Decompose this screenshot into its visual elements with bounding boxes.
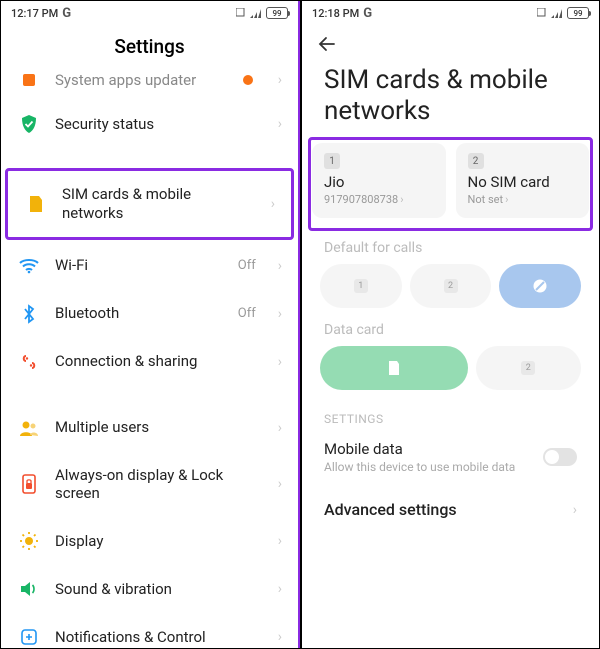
notifications-icon [19, 627, 39, 647]
disabled-icon [532, 278, 548, 294]
row-sim-cards[interactable]: SIM cards & mobile networks › [8, 171, 291, 237]
sim-name: No SIM card [468, 173, 578, 191]
data-selector: 2 [302, 346, 599, 390]
row-wifi[interactable]: Wi-Fi Off › [1, 242, 298, 290]
row-label: Bluetooth [55, 304, 222, 323]
update-dot-icon [242, 71, 254, 90]
battery-icon: 99 [266, 7, 288, 19]
chevron-right-icon: › [278, 116, 282, 132]
row-sound-vibration[interactable]: Sound & vibration › [1, 565, 298, 613]
row-connection-sharing[interactable]: Connection & sharing › [1, 338, 298, 386]
users-icon [19, 418, 39, 438]
battery-icon: 99 [567, 7, 589, 19]
section-label-data: Data card [302, 308, 599, 346]
row-value: Off [238, 306, 256, 321]
shield-icon [19, 114, 39, 134]
row-multiple-users[interactable]: Multiple users › [1, 404, 298, 452]
chevron-right-icon: › [278, 476, 282, 492]
row-security-status[interactable]: Security status › [1, 100, 298, 148]
page-title: Settings [1, 23, 298, 66]
row-label: SIM cards & mobile networks [62, 185, 255, 223]
row-display[interactable]: Display › [1, 517, 298, 565]
row-label: Security status [55, 115, 262, 134]
bluetooth-icon [19, 304, 39, 324]
back-button[interactable] [302, 23, 599, 55]
chevron-right-icon: › [278, 258, 282, 274]
calls-selector: 1 2 [302, 264, 599, 308]
row-advanced-settings[interactable]: Advanced settings › [302, 474, 599, 519]
settings-screen: 12:17 PM G 99 Settings System apps updat… [1, 1, 298, 648]
calls-option-sim2[interactable]: 2 [410, 264, 492, 308]
sim-number: 917907808738› [324, 193, 434, 206]
status-time: 12:17 PM [11, 7, 58, 20]
wifi-icon [19, 256, 39, 276]
signal-icon [250, 8, 262, 18]
data-option-sim2[interactable]: 2 [476, 346, 581, 390]
chevron-right-icon: › [278, 354, 282, 370]
calls-option-ask[interactable] [499, 264, 581, 308]
google-icon: G [363, 6, 372, 21]
row-label: System apps updater [55, 71, 226, 90]
lock-screen-icon [19, 474, 39, 494]
calls-option-sim1[interactable]: 1 [320, 264, 402, 308]
sim-signal-icon [537, 8, 547, 18]
status-time: 12:18 PM [312, 7, 359, 20]
sim-badge-2: 2 [468, 153, 484, 169]
row-mobile-data[interactable]: Mobile data Allow this device to use mob… [302, 432, 599, 474]
option-title: Mobile data [324, 440, 533, 458]
row-notifications[interactable]: Notifications & Control › [1, 613, 298, 647]
chevron-right-icon: › [278, 306, 282, 322]
chevron-right-icon: › [400, 193, 403, 206]
speaker-icon [19, 579, 39, 599]
signal-icon [551, 8, 563, 18]
row-value: Off [238, 258, 256, 273]
sim-badge-1: 1 [324, 153, 340, 169]
mobile-data-toggle[interactable] [543, 448, 577, 466]
connection-icon [19, 352, 39, 372]
row-label: Wi-Fi [55, 256, 222, 275]
row-label: Always-on display & Lock screen [55, 466, 262, 504]
row-bluetooth[interactable]: Bluetooth Off › [1, 290, 298, 338]
sim-card-icon [26, 194, 46, 214]
chevron-right-icon: › [278, 72, 282, 88]
system-apps-icon [19, 70, 39, 90]
chevron-right-icon: › [278, 581, 282, 597]
chevron-right-icon: › [271, 196, 275, 212]
row-label: Connection & sharing [55, 352, 262, 371]
arrow-left-icon [316, 33, 338, 55]
status-bar: 12:18 PM G 99 [302, 1, 599, 23]
sim-name: Jio [324, 173, 434, 191]
option-description: Allow this device to use mobile data [324, 460, 533, 474]
sim-slot-1[interactable]: 1 Jio 917907808738› [312, 143, 446, 218]
row-label: Advanced settings [324, 500, 573, 519]
chevron-right-icon: › [573, 502, 577, 518]
sim-signal-icon [236, 8, 246, 18]
chevron-right-icon: › [278, 629, 282, 645]
row-label: Sound & vibration [55, 580, 262, 599]
sim-icon [387, 360, 401, 376]
page-title: SIM cards & mobile networks [302, 55, 599, 139]
sim-settings-screen: 12:18 PM G 99 SIM cards & mobile network… [302, 1, 599, 648]
row-label: Display [55, 532, 262, 551]
data-option-sim1[interactable] [320, 346, 468, 390]
row-always-on-display[interactable]: Always-on display & Lock screen › [1, 452, 298, 518]
sim-slot-2[interactable]: 2 No SIM card Not set› [456, 143, 590, 218]
section-header-settings: SETTINGS [302, 390, 599, 432]
section-label-calls: Default for calls [302, 226, 599, 264]
row-label: Multiple users [55, 418, 262, 437]
settings-list: System apps updater › Security status › … [1, 66, 298, 647]
google-icon: G [62, 6, 71, 21]
row-label: Notifications & Control [55, 628, 262, 647]
chevron-right-icon: › [278, 420, 282, 436]
sim-status: Not set› [468, 193, 578, 206]
brightness-icon [19, 531, 39, 551]
status-bar: 12:17 PM G 99 [1, 1, 298, 23]
chevron-right-icon: › [505, 193, 508, 206]
row-system-apps-updater[interactable]: System apps updater › [1, 66, 298, 100]
chevron-right-icon: › [278, 533, 282, 549]
